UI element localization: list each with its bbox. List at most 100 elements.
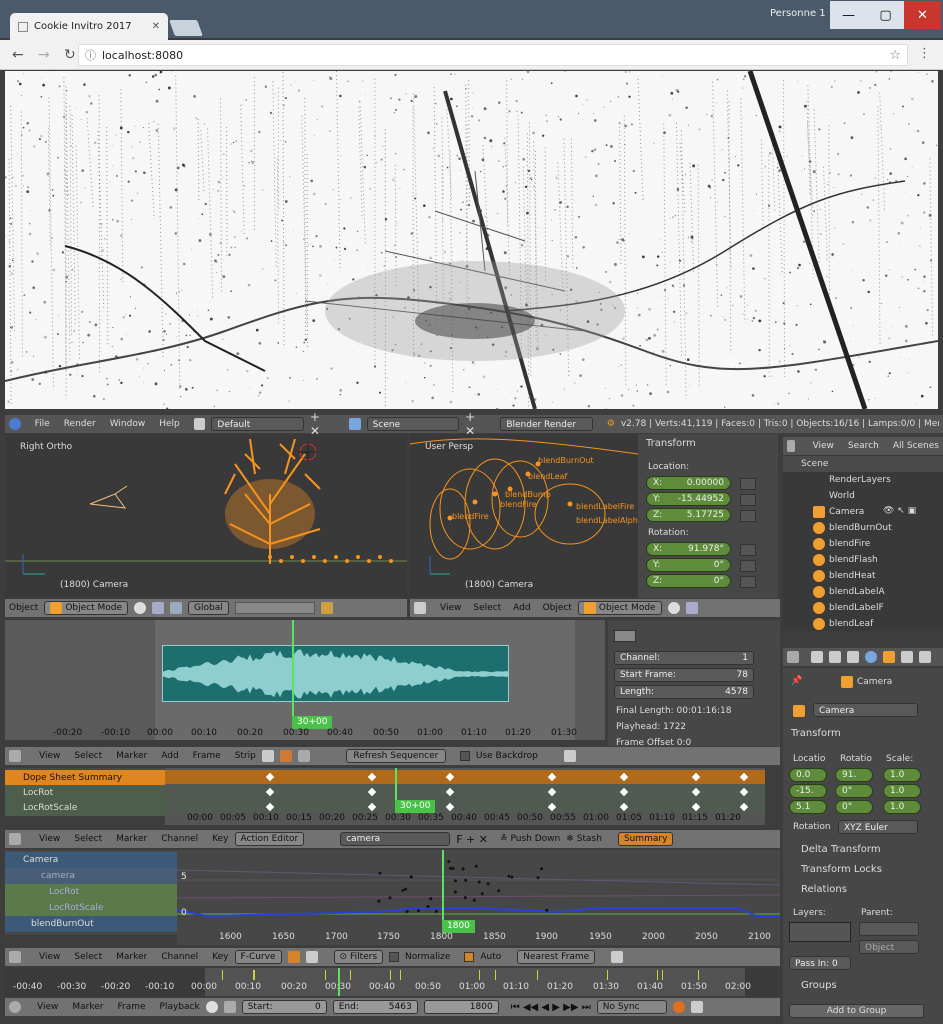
outliner-menu-view[interactable]: View — [813, 441, 834, 451]
tl-menu-view[interactable]: View — [37, 1002, 58, 1012]
display-mode-icon[interactable] — [261, 750, 274, 762]
sequencer-area[interactable]: 30+00 -00:20 -00:10 00:00 00:10 00:20 00… — [5, 620, 605, 740]
rotation-z-field[interactable]: Z: 0° — [646, 574, 731, 588]
3d-view-right-ortho[interactable]: Right Ortho (1800) Camera — [5, 434, 407, 598]
layers-grid[interactable] — [789, 922, 851, 942]
parent-type-select[interactable]: Object — [859, 940, 919, 954]
filters-button[interactable]: ⊙ Filters — [333, 950, 384, 964]
start-frame-field[interactable]: Start: 0 — [241, 1000, 327, 1014]
outliner-item[interactable]: blendLeaf — [783, 616, 943, 631]
pivot-icon[interactable] — [152, 602, 165, 614]
channel-field[interactable]: Channel: 1 — [614, 651, 754, 665]
parent-field[interactable] — [859, 922, 919, 936]
ge-menu-channel[interactable]: Channel — [161, 952, 198, 962]
tl-menu-marker[interactable]: Marker — [72, 1002, 103, 1012]
graph-editor-area[interactable]: 5 0 1800 1600 1650 1700 1750 1800 1850 1… — [177, 850, 780, 945]
playhead-label[interactable]: 30+00 — [395, 800, 436, 813]
shading-icon[interactable] — [134, 602, 147, 614]
rot-x-field[interactable]: 91. — [835, 768, 873, 782]
outliner-icon[interactable] — [787, 440, 795, 452]
transform-section[interactable]: Transform — [791, 728, 841, 739]
seq-menu-add[interactable]: Add — [161, 751, 178, 761]
ds-menu-marker[interactable]: Marker — [116, 834, 147, 844]
close-window-button[interactable]: ✕ — [904, 1, 941, 29]
manipulator-icon[interactable] — [170, 602, 183, 614]
add-to-group-button[interactable]: Add to Group — [789, 1004, 924, 1018]
outliner-display-select[interactable]: All Scenes — [893, 441, 939, 451]
outliner-item[interactable]: blendBurnOut — [783, 520, 943, 536]
action-field[interactable]: camera — [340, 832, 451, 846]
transform-locks-section[interactable]: Transform Locks — [801, 864, 882, 875]
start-frame-field[interactable]: Start Frame: 78 — [614, 668, 754, 682]
menu-render[interactable]: Render — [64, 419, 96, 429]
constraints-tab-icon[interactable] — [901, 651, 913, 663]
minimize-button[interactable]: — — [830, 1, 867, 29]
back-icon[interactable]: ← — [12, 47, 26, 63]
menu-window[interactable]: Window — [110, 419, 146, 429]
layout-field[interactable]: Default — [211, 417, 304, 431]
info-editor-icon[interactable] — [9, 418, 21, 430]
dopesheet-summary-row[interactable]: Dope Sheet Summary — [5, 770, 165, 786]
only-selected-icon[interactable] — [287, 951, 300, 963]
loc-z-field[interactable]: 5.1 — [789, 800, 827, 814]
keying-set-icon[interactable] — [690, 1001, 703, 1013]
location-y-field[interactable]: Y: -15.44952 — [646, 492, 731, 506]
address-bar[interactable]: ⓘ localhost:8080 ☆ — [78, 44, 908, 66]
data-tab-icon[interactable] — [919, 651, 931, 663]
menu-file[interactable]: File — [35, 419, 50, 429]
world-tab-icon[interactable] — [865, 651, 877, 663]
scene-field[interactable]: Scene — [366, 417, 460, 431]
maximize-button[interactable]: ▢ — [867, 1, 904, 29]
location-z-field[interactable]: Z: 5.17725 — [646, 508, 731, 522]
scale-y-field[interactable]: 1.0 — [883, 784, 921, 798]
new-tab-button[interactable] — [169, 20, 203, 36]
outliner-item[interactable]: blendLabelA — [783, 584, 943, 600]
graph-mode-select[interactable]: F-Curve — [234, 950, 282, 964]
menu-add[interactable]: Add — [513, 603, 530, 613]
rotation-y-field[interactable]: Y: 0° — [646, 558, 731, 572]
browser-menu-icon[interactable]: ⋮ — [918, 46, 931, 61]
graph-editor-icon[interactable] — [9, 951, 21, 963]
seq-menu-frame[interactable]: Frame — [193, 751, 221, 761]
render-tab-icon[interactable] — [811, 651, 823, 663]
scene-icon[interactable] — [349, 418, 361, 430]
seq-menu-select[interactable]: Select — [74, 751, 102, 761]
ge-menu-key[interactable]: Key — [212, 952, 228, 962]
seq-menu-marker[interactable]: Marker — [116, 751, 147, 761]
pivot-icon[interactable] — [685, 602, 698, 614]
graph-channel-action[interactable]: camera — [5, 868, 177, 884]
tl-menu-playback[interactable]: Playback — [160, 1002, 200, 1012]
ge-menu-view[interactable]: View — [39, 952, 60, 962]
ds-menu-view[interactable]: View — [39, 834, 60, 844]
tl-menu-frame[interactable]: Frame — [117, 1002, 145, 1012]
properties-editor-icon[interactable] — [787, 651, 799, 663]
overlay-icon[interactable] — [297, 750, 310, 762]
view-type-icon[interactable] — [279, 750, 292, 762]
ds-menu-select[interactable]: Select — [74, 834, 102, 844]
profile-name[interactable]: Personne 1 — [770, 8, 826, 19]
ge-menu-select[interactable]: Select — [74, 952, 102, 962]
groups-section[interactable]: Groups — [801, 980, 837, 991]
ds-menu-key[interactable]: Key — [212, 834, 228, 844]
browser-tab[interactable]: Cookie Invitro 2017 ✕ — [10, 13, 168, 40]
rot-y-field[interactable]: 0° — [835, 784, 873, 798]
menu-select[interactable]: Select — [473, 603, 501, 613]
outliner-item[interactable]: Camera — [783, 504, 943, 520]
seq-menu-view[interactable]: View — [39, 751, 60, 761]
layers-tab-icon[interactable] — [829, 651, 841, 663]
end-frame-field[interactable]: End: 5463 — [332, 1000, 418, 1014]
tab-close-icon[interactable]: ✕ — [152, 21, 160, 32]
strip-toggle-icons[interactable] — [614, 630, 636, 642]
render-opengl-icon[interactable] — [563, 750, 576, 762]
dopesheet-editor-icon[interactable] — [9, 833, 21, 845]
record-icon[interactable] — [672, 1001, 685, 1013]
length-field[interactable]: Length: 4578 — [614, 685, 754, 699]
outliner-item[interactable]: blendLabelF — [783, 600, 943, 616]
scale-z-field[interactable]: 1.0 — [883, 800, 921, 814]
ds-menu-channel[interactable]: Channel — [161, 834, 198, 844]
action-buttons-icon[interactable]: F + ✕ — [456, 833, 488, 846]
timeline-area[interactable]: -00:40 -00:30 -00:20 -00:10 00:00 00:10 … — [5, 968, 780, 996]
shading-icon[interactable] — [667, 602, 680, 614]
3d-view-user-persp[interactable]: User Persp blendBurnOut blendLeaf blendB… — [410, 434, 638, 598]
delta-transform-section[interactable]: Delta Transform — [801, 844, 881, 855]
